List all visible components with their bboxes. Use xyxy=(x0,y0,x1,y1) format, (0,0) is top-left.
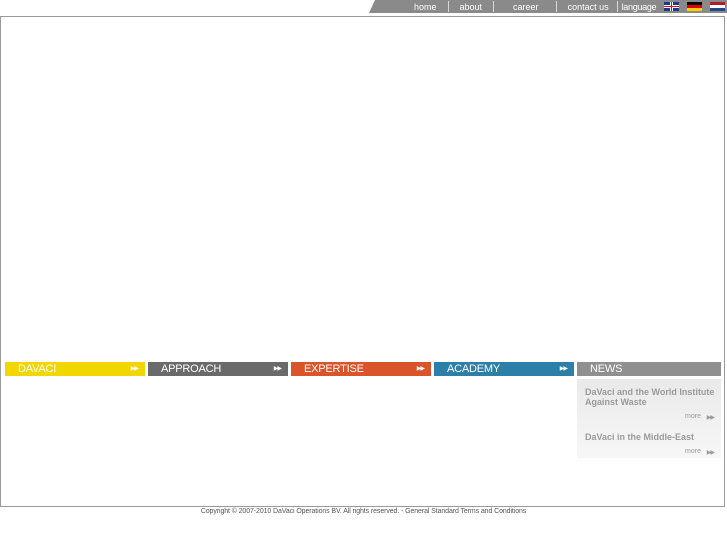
double-arrow-icon: ▶▶ xyxy=(559,366,568,372)
nav-separator xyxy=(493,1,495,12)
section-label: APPROACH xyxy=(161,363,222,375)
terms-link[interactable]: General Standard Terms and Conditions xyxy=(405,508,526,515)
news-more-link[interactable]: more xyxy=(685,413,701,420)
section-bars: DAVACI ▶▶ APPROACH ▶▶ EXPERTISE ▶▶ ACADE… xyxy=(5,362,721,376)
double-arrow-icon: ▶▶ xyxy=(706,415,715,421)
language-flags xyxy=(664,2,725,11)
uk-flag-icon[interactable] xyxy=(664,2,679,11)
double-arrow-icon: ▶▶ xyxy=(706,450,715,456)
top-navigation: home about career contact us language xyxy=(369,0,727,13)
double-arrow-icon: ▶▶ xyxy=(130,366,139,372)
dutch-flag-icon[interactable] xyxy=(710,2,725,11)
nav-contact-us[interactable]: contact us xyxy=(568,2,609,12)
news-item-title[interactable]: DaVaci and the World Institute Against W… xyxy=(585,387,715,407)
nav-career[interactable]: career xyxy=(513,2,539,12)
nav-separator xyxy=(447,1,449,12)
section-davaci[interactable]: DAVACI ▶▶ xyxy=(5,362,145,376)
news-more-link[interactable]: more xyxy=(685,448,701,455)
section-label: EXPERTISE xyxy=(304,363,364,375)
nav-separator xyxy=(555,1,557,12)
double-arrow-icon: ▶▶ xyxy=(416,366,425,372)
section-expertise[interactable]: EXPERTISE ▶▶ xyxy=(291,362,431,376)
nav-links: home about career contact us language xyxy=(414,0,657,13)
double-arrow-icon: ▶▶ xyxy=(273,366,282,372)
section-news[interactable]: NEWS xyxy=(577,362,721,376)
news-panel: DaVaci and the World Institute Against W… xyxy=(577,379,721,458)
section-label: ACADEMY xyxy=(447,363,500,375)
language-label: language xyxy=(621,1,657,12)
section-label: DAVACI xyxy=(18,363,57,375)
news-item-title[interactable]: DaVaci in the Middle-East xyxy=(585,432,715,442)
german-flag-icon[interactable] xyxy=(687,2,702,11)
nav-about[interactable]: about xyxy=(460,2,483,12)
copyright-text: Copyright © 2007-2010 DaVaci Operations … xyxy=(200,508,406,515)
section-label: NEWS xyxy=(590,363,623,375)
nav-home[interactable]: home xyxy=(414,2,437,12)
section-academy[interactable]: ACADEMY ▶▶ xyxy=(434,362,574,376)
footer: Copyright © 2007-2010 DaVaci Operations … xyxy=(0,508,727,515)
nav-separator xyxy=(616,1,618,12)
section-approach[interactable]: APPROACH ▶▶ xyxy=(148,362,288,376)
